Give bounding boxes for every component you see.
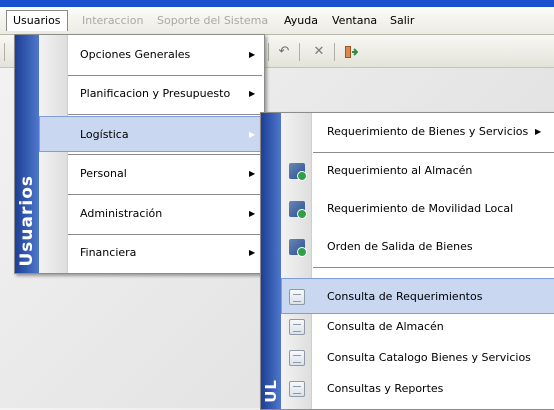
exit-icon[interactable] (342, 44, 359, 60)
submenu-arrow-icon: ▶ (249, 169, 256, 178)
menu-item-administracion[interactable]: Administración ▶ (39, 196, 262, 232)
menu-item-personal[interactable]: Personal ▶ (39, 156, 262, 192)
menu-separator (313, 267, 554, 268)
usuarios-menu: Usuarios Opciones Generales ▶ Planificac… (14, 34, 265, 274)
menu-item-label: Opciones Generales (80, 48, 191, 61)
menu-separator (68, 194, 262, 195)
menu-ventana[interactable]: Ventana (332, 13, 377, 29)
menu-interaccion[interactable]: Interaccion (82, 13, 143, 29)
submenu-item-requerimiento-de-movilidad-local[interactable]: Requerimiento de Movilidad Local (281, 191, 554, 227)
submenu-arrow-icon: ▶ (249, 248, 256, 257)
toolbar-separator (334, 43, 335, 61)
submenu-item-requerimiento-al-almacen[interactable]: Requerimiento al Almacén (281, 153, 554, 189)
document-icon (289, 350, 305, 366)
logistica-submenu: UL Requerimiento de Bienes y Servicios ▶… (260, 112, 554, 410)
submenu-item-consultas-y-reportes[interactable]: Consultas y Reportes (281, 371, 554, 407)
submenu-item-orden-de-salida-de-bienes[interactable]: Orden de Salida de Bienes (281, 229, 554, 265)
menu-separator (68, 114, 262, 115)
chart-icon (289, 201, 307, 219)
menu-item-logistica[interactable]: Logística ▶ (39, 116, 262, 152)
submenu-side-stripe-label: UL (262, 379, 280, 403)
menu-item-label: Administración (80, 207, 163, 220)
menu-item-label: Requerimiento al Almacén (327, 164, 473, 177)
submenu-side-stripe: UL (261, 113, 281, 409)
document-icon (289, 381, 305, 397)
document-icon (289, 289, 305, 305)
menu-item-label: Consultas y Reportes (327, 382, 444, 395)
close-icon[interactable]: ✕ (311, 44, 327, 60)
menu-item-label: Requerimiento de Movilidad Local (327, 202, 514, 215)
menu-soporte-del-sistema[interactable]: Soporte del Sistema (157, 13, 268, 29)
submenu-arrow-icon: ▶ (535, 127, 542, 136)
toolbar-separator (299, 43, 300, 61)
menu-side-stripe: Usuarios (15, 35, 39, 273)
submenu-arrow-icon: ▶ (249, 50, 256, 59)
menu-ayuda[interactable]: Ayuda (284, 13, 318, 29)
menu-side-stripe-label: Usuarios (17, 175, 37, 267)
menu-item-planificacion-y-presupuesto[interactable]: Planificacion y Presupuesto ▶ (39, 76, 262, 112)
menu-item-opciones-generales[interactable]: Opciones Generales ▶ (39, 37, 262, 73)
menu-usuarios[interactable]: Usuarios (6, 10, 68, 31)
undo-icon[interactable]: ↶ (276, 44, 292, 60)
submenu-arrow-icon: ▶ (249, 130, 256, 139)
menu-item-label: Logística (80, 128, 129, 141)
menu-item-label: Requerimiento de Bienes y Servicios (327, 125, 529, 138)
toolbar-separator (4, 43, 5, 61)
toolbar-separator (268, 43, 269, 61)
chart-icon (289, 163, 307, 181)
menu-item-label: Orden de Salida de Bienes (327, 240, 473, 253)
menu-salir[interactable]: Salir (390, 13, 414, 29)
submenu-item-requerimiento-de-bienes-y-servicios[interactable]: Requerimiento de Bienes y Servicios ▶ (281, 114, 554, 150)
menu-item-label: Personal (80, 167, 127, 180)
submenu-arrow-icon: ▶ (249, 89, 256, 98)
menu-item-label: Planificacion y Presupuesto (80, 87, 231, 100)
document-icon (289, 319, 305, 335)
submenu-arrow-icon: ▶ (249, 209, 256, 218)
menu-bar: Usuarios Interaccion Soporte del Sistema… (0, 7, 554, 35)
menu-item-label: Financiera (80, 246, 137, 259)
chart-icon (289, 239, 307, 257)
menu-item-financiera[interactable]: Financiera ▶ (39, 235, 262, 271)
menu-separator (68, 154, 262, 155)
